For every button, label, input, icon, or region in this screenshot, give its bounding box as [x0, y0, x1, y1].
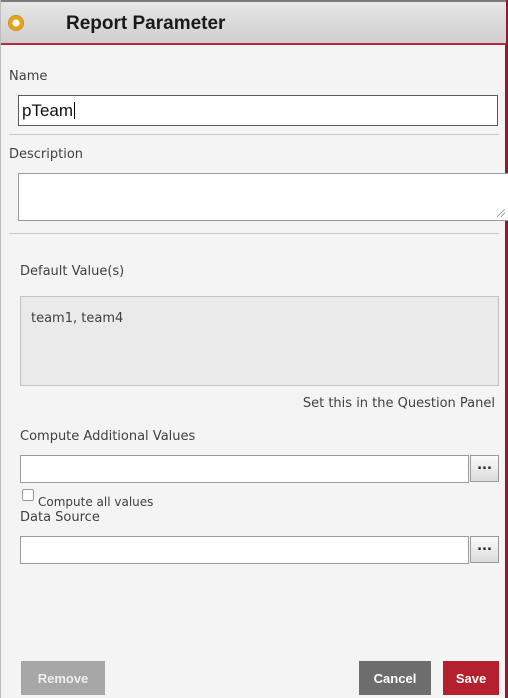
text-caret [74, 102, 76, 119]
compute-all-checkbox[interactable] [22, 489, 34, 501]
resize-handle-icon[interactable] [497, 209, 505, 217]
divider [9, 134, 499, 135]
default-values-box: team1, team4 [20, 296, 499, 386]
compute-additional-browse-button[interactable]: ... [470, 455, 499, 482]
name-label: Name [9, 69, 48, 84]
dialog-titlebar: Report Parameter [1, 0, 506, 45]
cancel-button[interactable]: Cancel [359, 661, 431, 695]
data-source-input[interactable] [20, 536, 469, 564]
remove-button[interactable]: Remove [21, 661, 105, 695]
name-input[interactable]: pTeam [18, 95, 498, 126]
ellipsis-icon: ... [477, 539, 492, 554]
report-parameter-dialog: Report Parameter Name pTeam Description … [0, 0, 508, 698]
name-input-value: pTeam [22, 101, 74, 120]
description-label: Description [9, 147, 84, 162]
compute-additional-input[interactable] [20, 455, 469, 483]
default-values-text: team1, team4 [31, 311, 124, 326]
gear-icon [8, 15, 24, 31]
save-button[interactable]: Save [443, 661, 499, 695]
default-values-label: Default Value(s) [20, 264, 125, 279]
ellipsis-icon: ... [477, 458, 492, 473]
data-source-label: Data Source [20, 510, 100, 525]
data-source-browse-button[interactable]: ... [470, 536, 499, 563]
dialog-title: Report Parameter [66, 13, 226, 34]
compute-additional-label: Compute Additional Values [20, 429, 196, 444]
description-textarea[interactable] [18, 173, 508, 221]
divider [9, 233, 499, 234]
compute-all-label: Compute all values [38, 495, 154, 509]
question-panel-note: Set this in the Question Panel [302, 396, 495, 411]
